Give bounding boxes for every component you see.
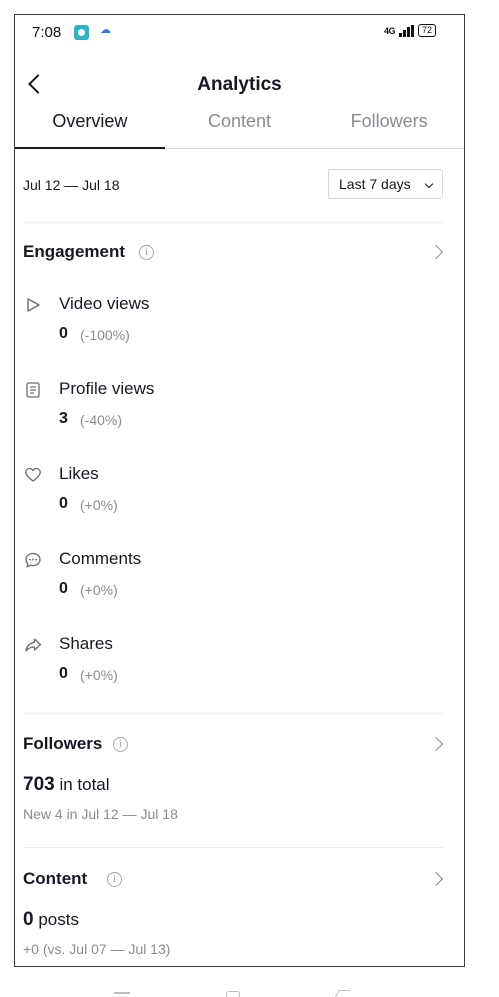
content-compare: +0 (vs. Jul 07 — Jul 13): [23, 941, 171, 957]
comment-icon: [25, 552, 41, 568]
info-icon[interactable]: i: [113, 737, 128, 752]
content-title: Content: [23, 869, 88, 888]
metric-label: Comments: [59, 549, 142, 568]
date-range: Jul 12 — Jul 18: [23, 177, 120, 193]
divider: [23, 222, 443, 223]
metric-label: Profile views: [59, 379, 155, 398]
metric-label: Shares: [59, 634, 113, 653]
battery-icon: 72: [417, 24, 436, 37]
metric-value: 3: [59, 410, 68, 427]
content-header[interactable]: Content i: [23, 865, 444, 893]
metric-comments: Comments 0 (+0%): [23, 546, 443, 606]
metric-change: (+0%): [80, 497, 118, 513]
followers-new: New 4 in Jul 12 — Jul 18: [23, 806, 178, 822]
status-indicators: 4G 72: [384, 24, 436, 37]
phone-screen: 7:08 ☁ 4G 72 Analytics Overview Content …: [14, 14, 465, 967]
engagement-header[interactable]: Engagement i: [23, 238, 444, 266]
home-icon[interactable]: [226, 991, 240, 997]
metric-value: 0: [59, 665, 68, 682]
content-posts-value: 0: [23, 909, 34, 930]
heart-icon: [25, 467, 41, 482]
network-type: 4G: [383, 25, 396, 36]
content-posts: 0 posts: [23, 909, 79, 931]
followers-total-value: 703: [23, 774, 55, 795]
metric-shares: Shares 0 (+0%): [23, 631, 443, 691]
info-icon[interactable]: i: [107, 872, 122, 887]
cloud-notification-icon: ☁: [100, 24, 111, 36]
chevron-right-icon: [428, 871, 444, 887]
back-nav-icon[interactable]: [333, 990, 351, 997]
chevron-right-icon: [428, 244, 444, 260]
metric-profile-views: Profile views 3 (-40%): [23, 376, 443, 436]
followers-total: 703 in total: [23, 774, 110, 796]
play-icon: [27, 298, 40, 312]
metric-value: 0: [59, 325, 68, 342]
tab-content[interactable]: Content: [165, 109, 315, 148]
metric-change: (+0%): [80, 667, 118, 683]
divider: [23, 847, 443, 848]
app-notification-icon: [74, 25, 89, 40]
engagement-title: Engagement: [23, 242, 126, 261]
metric-value: 0: [59, 495, 68, 512]
divider: [23, 713, 443, 714]
metric-label: Likes: [59, 464, 99, 483]
chevron-right-icon: [428, 736, 444, 752]
metric-change: (+0%): [80, 582, 118, 598]
tab-overview[interactable]: Overview: [15, 109, 165, 149]
page-title: Analytics: [197, 74, 282, 95]
profile-doc-icon: [26, 382, 40, 398]
share-icon: [25, 638, 42, 652]
period-dropdown[interactable]: Last 7 days: [328, 169, 443, 199]
followers-total-suffix: in total: [59, 775, 110, 794]
tab-bar: Overview Content Followers: [15, 109, 464, 149]
status-bar: 7:08 ☁ 4G 72: [15, 15, 464, 49]
followers-header[interactable]: Followers i: [23, 730, 444, 758]
status-time: 7:08: [32, 24, 62, 41]
metric-change: (-100%): [80, 327, 130, 343]
metric-video-views: Video views 0 (-100%): [23, 291, 443, 351]
app-header: Analytics: [15, 49, 464, 103]
chevron-down-icon: [424, 179, 434, 189]
period-dropdown-label: Last 7 days: [339, 176, 411, 192]
tab-followers[interactable]: Followers: [314, 109, 464, 148]
signal-icon: [398, 24, 414, 37]
followers-title: Followers: [23, 734, 103, 753]
system-nav-bar: [0, 980, 499, 997]
content-posts-suffix: posts: [38, 910, 79, 929]
metric-change: (-40%): [80, 412, 123, 428]
metric-label: Video views: [59, 294, 150, 313]
date-row: Jul 12 — Jul 18 Last 7 days: [23, 169, 443, 203]
metric-likes: Likes 0 (+0%): [23, 461, 443, 521]
recent-apps-icon[interactable]: [114, 992, 130, 994]
metric-value: 0: [59, 580, 68, 597]
info-icon[interactable]: i: [139, 245, 154, 260]
